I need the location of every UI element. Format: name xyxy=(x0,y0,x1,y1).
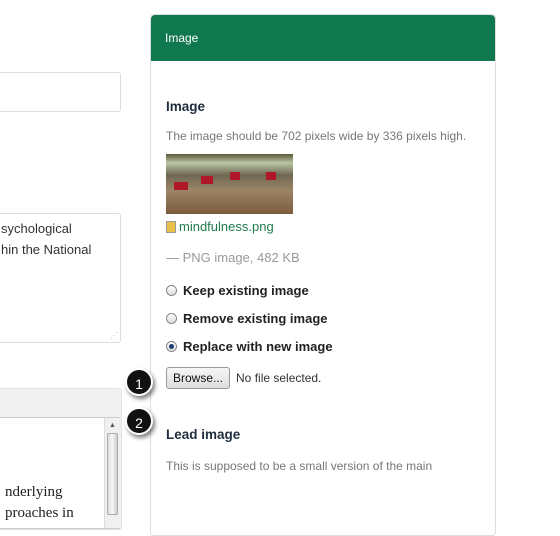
no-file-label: No file selected. xyxy=(236,371,322,385)
radio-button[interactable] xyxy=(166,285,177,296)
lead-image-heading: Lead image xyxy=(166,427,241,442)
radio-keep-existing[interactable]: Keep existing image xyxy=(166,283,495,298)
text-input[interactable] xyxy=(0,72,121,112)
radio-label: Keep existing image xyxy=(183,283,309,298)
radio-remove-existing[interactable]: Remove existing image xyxy=(166,311,495,326)
file-info: — PNG image, 482 KB xyxy=(166,250,300,265)
scroll-up-icon[interactable]: ▲ xyxy=(105,422,120,429)
radio-button[interactable] xyxy=(166,313,177,324)
radio-replace-image[interactable]: Replace with new image xyxy=(166,339,495,354)
radio-button-selected[interactable] xyxy=(166,341,177,352)
rich-text-editor[interactable]: nderlying proaches in ▲ xyxy=(0,417,120,529)
file-link[interactable]: mindfulness.png xyxy=(179,219,274,234)
panel-header: Image xyxy=(151,15,495,61)
callout-marker-2: 2 xyxy=(125,407,153,435)
file-icon xyxy=(166,220,176,233)
callout-marker-1: 1 xyxy=(125,368,153,396)
textarea-line: hin the National xyxy=(1,242,92,257)
scrollbar-thumb[interactable] xyxy=(107,433,118,515)
image-thumbnail xyxy=(166,154,293,214)
lead-image-description: This is supposed to be a small version o… xyxy=(166,459,433,473)
image-description: The image should be 702 pixels wide by 3… xyxy=(166,129,467,143)
image-heading: Image xyxy=(166,99,206,114)
radio-label: Remove existing image xyxy=(183,311,328,326)
resize-handle[interactable]: ⋰ xyxy=(110,331,118,340)
radio-label: Replace with new image xyxy=(183,339,333,354)
textarea-line: sychological xyxy=(1,221,72,236)
editor-line: proaches in xyxy=(5,505,74,521)
editor-line: nderlying xyxy=(5,484,63,500)
scrollbar[interactable]: ▲ xyxy=(104,418,120,528)
image-panel: Image Image The image should be 702 pixe… xyxy=(150,14,496,536)
description-textarea[interactable]: sychological hin the National ⋰ xyxy=(0,213,121,343)
browse-button[interactable]: Browse... xyxy=(166,367,231,389)
